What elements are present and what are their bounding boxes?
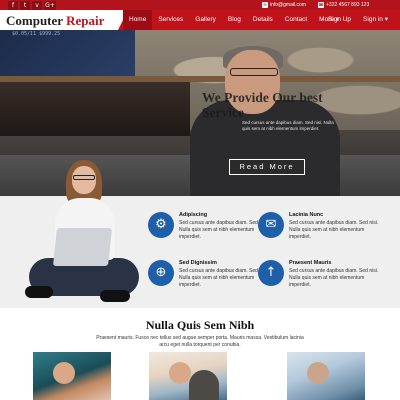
feature-text: Sed cursus ante dapibus diam. Sed nisi. … bbox=[289, 268, 379, 288]
globe-icon: ⊕ bbox=[148, 260, 174, 286]
signin-dropdown[interactable]: Sign in ▾ bbox=[357, 10, 394, 30]
brand-container: Computer Repair bbox=[0, 10, 128, 30]
feature-title: Praesent Mauris bbox=[289, 260, 332, 266]
main-header: Computer Repair Home Services Gallery Bl… bbox=[0, 10, 400, 30]
feature-item: ✉ Lacinia Nunc Sed cursus ante dapibus d… bbox=[258, 212, 378, 252]
brand-logo[interactable]: Computer Repair bbox=[6, 13, 104, 29]
feature-item: ⊕ Sed Dignissim Sed cursus ante dapibus … bbox=[148, 260, 268, 300]
nav-contact[interactable]: Contact bbox=[279, 10, 313, 30]
rocket-icon: ↑ bbox=[258, 260, 284, 286]
woman-shoe bbox=[100, 290, 130, 302]
feature-text: Sed cursus ante dapibus diam. Sed nisi. … bbox=[179, 220, 269, 240]
nav-services[interactable]: Services bbox=[152, 10, 189, 30]
person-image bbox=[169, 362, 191, 384]
top-bar: f t v G+ ✉ info@gmail.com ☎ +322 4567 89… bbox=[0, 0, 400, 10]
nav-blog[interactable]: Blog bbox=[222, 10, 247, 30]
monitor-image: $0.05/11 $999.25 bbox=[0, 30, 135, 76]
hero-description: Sed cursus ante dapibus diam. Sed nisi. … bbox=[242, 120, 334, 131]
feature-title: Sed Dignissim bbox=[179, 260, 217, 266]
auth-nav: Sign Up Sign in ▾ bbox=[322, 10, 394, 30]
feature-title: Lacinia Nunc bbox=[289, 212, 324, 218]
woman-shoe bbox=[25, 286, 53, 298]
vk-icon[interactable]: v bbox=[32, 1, 42, 10]
section-title: Nulla Quis Sem Nibh bbox=[145, 318, 255, 332]
twitter-icon[interactable]: t bbox=[20, 1, 30, 10]
email-contact[interactable]: ✉ info@gmail.com bbox=[262, 0, 306, 10]
facebook-icon[interactable]: f bbox=[8, 1, 18, 10]
gallery-thumbnail[interactable] bbox=[287, 352, 365, 400]
gallery-thumbnail[interactable] bbox=[33, 352, 111, 400]
person-image bbox=[189, 370, 219, 400]
person-image bbox=[53, 362, 75, 384]
person-image bbox=[307, 362, 329, 384]
section-subtitle: Praesent mauris. Fusce nec tellus sed au… bbox=[96, 335, 304, 348]
feature-text: Sed cursus ante dapibus diam. Sed nisi. … bbox=[179, 268, 269, 288]
feature-item: ⚙ Adipiscing Sed cursus ante dapibus dia… bbox=[148, 212, 268, 252]
envelope-icon: ✉ bbox=[262, 2, 268, 8]
gear-icon: ⚙ bbox=[148, 212, 174, 238]
fireplace-image bbox=[0, 76, 190, 136]
page: { "topbar": { "social": [ {"icon": "face… bbox=[0, 0, 400, 400]
gallery-thumbnail[interactable] bbox=[149, 352, 227, 400]
phone-text: +322 4567 893 123 bbox=[326, 2, 370, 8]
woman-glasses bbox=[73, 175, 95, 180]
nav-gallery[interactable]: Gallery bbox=[189, 10, 222, 30]
signup-link[interactable]: Sign Up bbox=[322, 10, 357, 30]
feature-item: ↑ Praesent Mauris Sed cursus ante dapibu… bbox=[258, 260, 378, 300]
read-more-button[interactable]: Read More bbox=[229, 159, 305, 175]
nav-details[interactable]: Details bbox=[247, 10, 279, 30]
feature-title: Adipiscing bbox=[179, 212, 208, 218]
monitor-readout: $0.05/11 $999.25 bbox=[12, 31, 61, 37]
hero-title: We Provide Our best Service bbox=[202, 90, 323, 120]
brand-name-part2: Repair bbox=[66, 13, 105, 28]
email-text: info@gmail.com bbox=[270, 2, 306, 8]
envelope-icon: ✉ bbox=[258, 212, 284, 238]
main-nav: Home Services Gallery Blog Details Conta… bbox=[123, 10, 345, 30]
man-glasses-image bbox=[230, 68, 278, 76]
woman-laptop-image bbox=[25, 158, 140, 308]
phone-contact[interactable]: ☎ +322 4567 893 123 bbox=[318, 0, 369, 10]
brand-name-part1: Computer bbox=[6, 13, 63, 28]
laptop-image bbox=[53, 228, 112, 266]
feature-text: Sed cursus ante dapibus diam. Sed nisi. … bbox=[289, 220, 379, 240]
woman-face bbox=[72, 166, 96, 194]
nav-home[interactable]: Home bbox=[123, 10, 153, 30]
phone-icon: ☎ bbox=[318, 2, 324, 8]
mantel-shelf bbox=[0, 76, 400, 82]
google-plus-icon[interactable]: G+ bbox=[44, 1, 56, 10]
